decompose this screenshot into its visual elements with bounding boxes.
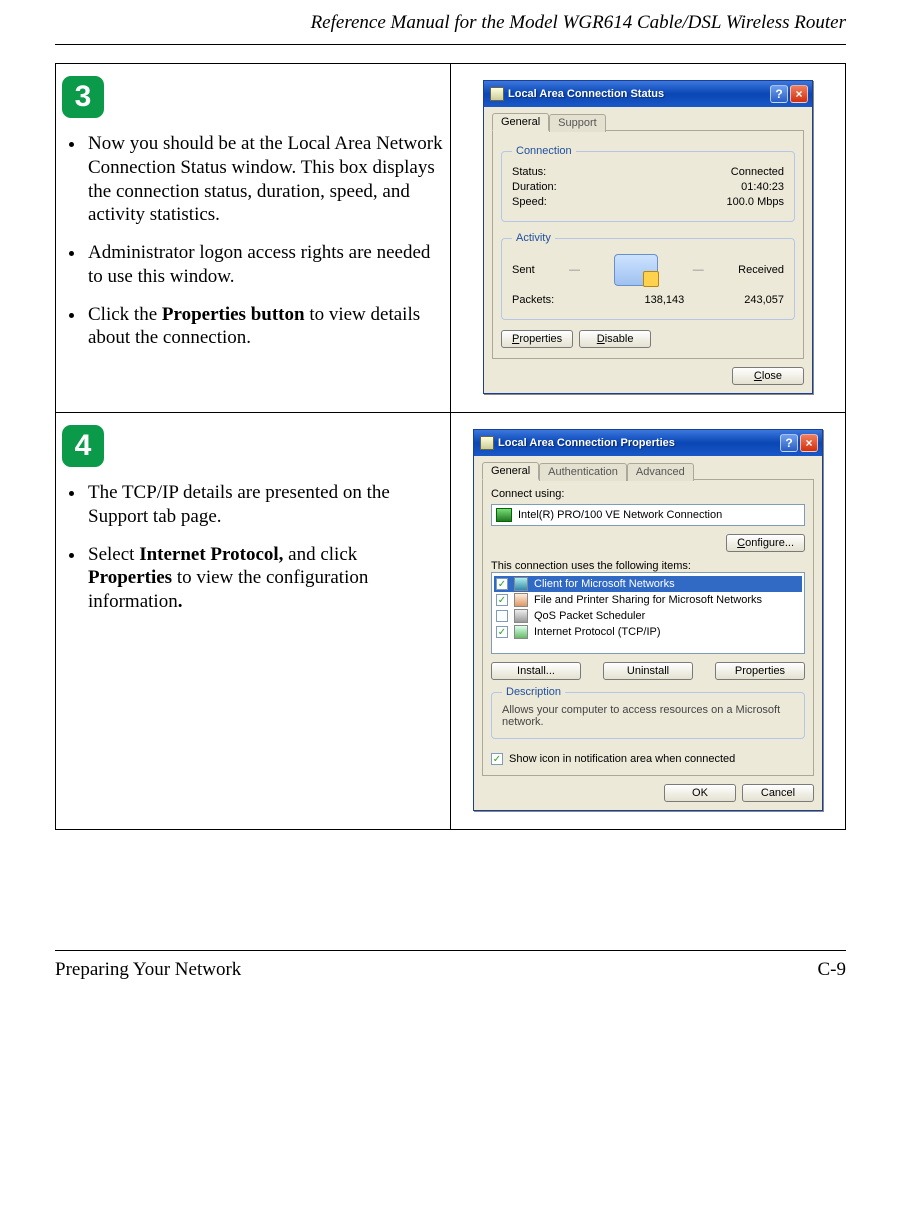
- window-icon: [490, 87, 504, 101]
- tab-support[interactable]: Support: [549, 114, 606, 132]
- checkbox-icon[interactable]: ✓: [491, 753, 503, 765]
- item-label: Internet Protocol (TCP/IP): [534, 626, 661, 638]
- window-icon: [480, 436, 494, 450]
- list-item[interactable]: ✓ Client for Microsoft Networks: [494, 576, 802, 592]
- step3-text-cell: 3 Now you should be at the Local Area Ne…: [56, 64, 451, 413]
- close-dialog-button[interactable]: Close: [732, 367, 804, 385]
- properties-button[interactable]: Properties: [715, 662, 805, 680]
- step3-badge: 3: [62, 76, 104, 118]
- titlebar[interactable]: Local Area Connection Status ? ×: [484, 81, 812, 107]
- activity-icon: [614, 254, 658, 286]
- text-bold: Properties button: [162, 304, 305, 325]
- tab-content: Connection Status: Connected Duration: 01:…: [492, 130, 804, 359]
- components-listbox[interactable]: ✓ Client for Microsoft Networks ✓ File a…: [491, 572, 805, 654]
- text: Click the: [88, 304, 162, 325]
- step3-bullet1: Now you should be at the Local Area Netw…: [86, 132, 444, 227]
- list-item[interactable]: ✓ Internet Protocol (TCP/IP): [494, 624, 802, 640]
- text: Select: [88, 544, 139, 565]
- activity-legend: Activity: [512, 232, 555, 244]
- connection-properties-dialog: Local Area Connection Properties ? × Gen…: [473, 429, 823, 811]
- tab-general[interactable]: General: [482, 462, 539, 480]
- text-bold: Internet Protocol,: [139, 544, 283, 565]
- tab-authentication[interactable]: Authentication: [539, 463, 627, 481]
- share-icon: [514, 593, 528, 607]
- tcpip-icon: [514, 625, 528, 639]
- disable-button[interactable]: Disable: [579, 330, 651, 348]
- titlebar[interactable]: Local Area Connection Properties ? ×: [474, 430, 822, 456]
- checkbox-icon[interactable]: ✓: [496, 626, 508, 638]
- client-icon: [514, 577, 528, 591]
- text-bold: .: [178, 591, 183, 612]
- close-button[interactable]: ×: [800, 434, 818, 452]
- sent-label: Sent: [512, 264, 535, 276]
- cancel-button[interactable]: Cancel: [742, 784, 814, 802]
- speed-value: 100.0 Mbps: [727, 196, 784, 208]
- connection-group: Connection Status: Connected Duration: 01:…: [501, 145, 795, 222]
- status-value: Connected: [731, 166, 784, 178]
- text: and click: [283, 544, 357, 565]
- footer-right: C-9: [818, 959, 847, 981]
- help-button[interactable]: ?: [780, 434, 798, 452]
- footer-left: Preparing Your Network: [55, 959, 241, 981]
- step4-badge: 4: [62, 425, 104, 467]
- list-item[interactable]: ✓ QoS Packet Scheduler: [494, 608, 802, 624]
- step4-bullet2: Select Internet Protocol, and click Prop…: [86, 543, 444, 614]
- duration-value: 01:40:23: [741, 181, 784, 193]
- step4-image-cell: Local Area Connection Properties ? × Gen…: [451, 413, 846, 830]
- status-label: Status:: [512, 166, 546, 178]
- step3-bullet3: Click the Properties button to view deta…: [86, 303, 444, 351]
- tab-content: Connect using: Intel(R) PRO/100 VE Netwo…: [482, 479, 814, 776]
- description-group: Description Allows your computer to acce…: [491, 686, 805, 739]
- page-header: Reference Manual for the Model WGR614 Ca…: [55, 0, 846, 45]
- tabs: General Support: [492, 113, 804, 131]
- packets-sent-value: 138,143: [644, 294, 684, 306]
- item-label: Client for Microsoft Networks: [534, 578, 675, 590]
- tab-general[interactable]: General: [492, 113, 549, 131]
- window-title: Local Area Connection Status: [508, 88, 766, 100]
- item-label: File and Printer Sharing for Microsoft N…: [534, 594, 762, 606]
- activity-group: Activity Sent — — Received Packets:: [501, 232, 795, 320]
- dash: —: [689, 264, 708, 276]
- help-button[interactable]: ?: [770, 85, 788, 103]
- window-title: Local Area Connection Properties: [498, 437, 776, 449]
- qos-icon: [514, 609, 528, 623]
- packets-label: Packets:: [512, 294, 554, 306]
- show-icon-label: Show icon in notification area when conn…: [509, 753, 735, 765]
- connection-legend: Connection: [512, 145, 576, 157]
- nic-icon: [496, 508, 512, 522]
- adapter-field[interactable]: Intel(R) PRO/100 VE Network Connection: [491, 504, 805, 526]
- checkbox-icon[interactable]: ✓: [496, 610, 508, 622]
- connect-using-label: Connect using:: [491, 488, 805, 500]
- speed-label: Speed:: [512, 196, 547, 208]
- checkbox-icon[interactable]: ✓: [496, 578, 508, 590]
- steps-table: 3 Now you should be at the Local Area Ne…: [55, 63, 846, 830]
- connection-status-dialog: Local Area Connection Status ? × General…: [483, 80, 813, 394]
- configure-button[interactable]: Configure...: [726, 534, 805, 552]
- uninstall-button[interactable]: Uninstall: [603, 662, 693, 680]
- duration-label: Duration:: [512, 181, 557, 193]
- step4-text-cell: 4 The TCP/IP details are presented on th…: [56, 413, 451, 830]
- properties-button[interactable]: Properties: [501, 330, 573, 348]
- text-bold: Properties: [88, 567, 172, 588]
- tabs: General Authentication Advanced: [482, 462, 814, 480]
- page-footer: Preparing Your Network C-9: [55, 950, 846, 981]
- item-label: QoS Packet Scheduler: [534, 610, 645, 622]
- description-legend: Description: [502, 686, 565, 698]
- show-icon-row[interactable]: ✓ Show icon in notification area when co…: [491, 753, 805, 765]
- dash: —: [565, 264, 584, 276]
- list-item[interactable]: ✓ File and Printer Sharing for Microsoft…: [494, 592, 802, 608]
- ok-button[interactable]: OK: [664, 784, 736, 802]
- items-label: This connection uses the following items…: [491, 560, 805, 572]
- received-label: Received: [738, 264, 784, 276]
- description-text: Allows your computer to access resources…: [502, 704, 794, 728]
- close-button[interactable]: ×: [790, 85, 808, 103]
- step3-image-cell: Local Area Connection Status ? × General…: [451, 64, 846, 413]
- step3-bullet2: Administrator logon access rights are ne…: [86, 241, 444, 289]
- tab-advanced[interactable]: Advanced: [627, 463, 694, 481]
- packets-received-value: 243,057: [744, 294, 784, 306]
- adapter-name: Intel(R) PRO/100 VE Network Connection: [518, 509, 722, 521]
- step4-bullet1: The TCP/IP details are presented on the …: [86, 481, 444, 529]
- install-button[interactable]: Install...: [491, 662, 581, 680]
- checkbox-icon[interactable]: ✓: [496, 594, 508, 606]
